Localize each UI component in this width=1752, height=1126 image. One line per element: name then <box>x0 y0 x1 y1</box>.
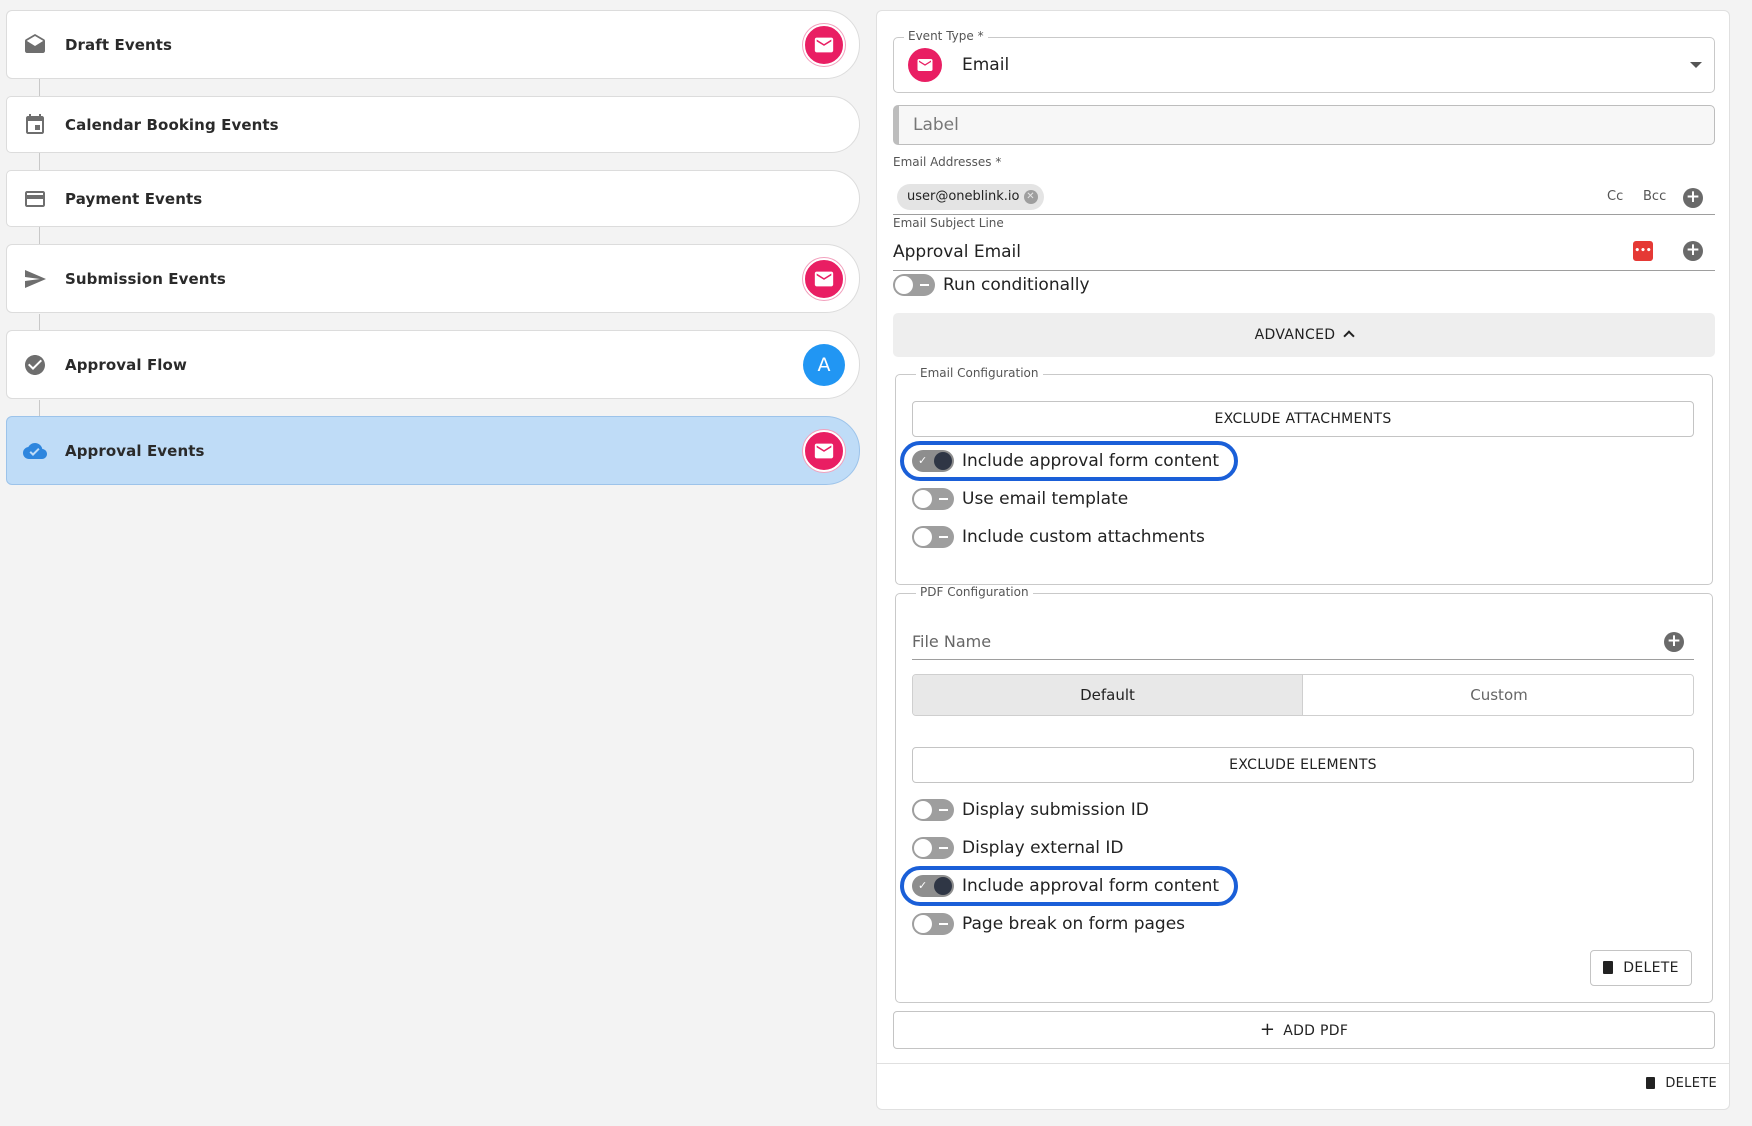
email-config-legend: Email Configuration <box>916 366 1043 380</box>
event-label: Calendar Booking Events <box>65 115 279 134</box>
variable-picker-icon[interactable]: ••• <box>1633 241 1653 261</box>
bcc-button[interactable]: Bcc <box>1643 189 1666 204</box>
toggle-label: Use email template <box>962 489 1129 509</box>
file-name-placeholder: File Name <box>912 632 992 651</box>
event-item-draft[interactable]: Draft Events <box>6 10 860 79</box>
label-input[interactable]: Label <box>893 105 1715 145</box>
run-conditionally-label: Run conditionally <box>943 275 1090 295</box>
cloud-check-icon <box>21 437 49 465</box>
pdf-include-approval-form-content-toggle[interactable]: ✓ <box>912 875 954 897</box>
event-item-approval-flow[interactable]: Approval Flow A <box>6 330 860 399</box>
subject-field[interactable]: Approval Email ••• + <box>893 231 1715 271</box>
event-type-select[interactable]: Event Type * Email <box>893 29 1715 93</box>
check-circle-icon <box>21 351 49 379</box>
credit-card-icon <box>21 185 49 213</box>
event-label: Submission Events <box>65 269 226 288</box>
email-addresses-label: Email Addresses * <box>893 155 1002 169</box>
exclude-attachments-button[interactable]: EXCLUDE ATTACHMENTS <box>912 401 1694 437</box>
event-item-approval-events[interactable]: Approval Events <box>6 416 860 485</box>
email-badge-icon <box>803 257 845 300</box>
email-icon <box>908 48 942 82</box>
default-segment-button[interactable]: Default <box>913 675 1303 715</box>
event-item-submission[interactable]: Submission Events <box>6 244 860 313</box>
chevron-up-icon <box>1343 330 1355 342</box>
event-list: Draft Events Calendar Booking Events Pay… <box>6 10 860 490</box>
cc-button[interactable]: Cc <box>1607 189 1623 204</box>
plus-icon: + <box>1259 1019 1276 1040</box>
add-pdf-button[interactable]: + ADD PDF <box>893 1011 1715 1049</box>
use-email-template-toggle[interactable] <box>912 488 954 510</box>
trash-icon <box>1646 1077 1656 1089</box>
subject-label: Email Subject Line <box>893 216 1004 230</box>
page-break-toggle[interactable] <box>912 913 954 935</box>
file-name-field[interactable]: File Name + <box>912 622 1694 660</box>
envelope-open-icon <box>21 31 49 59</box>
approval-avatar-badge: A <box>803 343 845 386</box>
exclude-elements-button[interactable]: EXCLUDE ELEMENTS <box>912 747 1694 783</box>
event-label: Approval Events <box>65 441 205 460</box>
email-configuration-section: Email Configuration EXCLUDE ATTACHMENTS … <box>895 366 1713 585</box>
advanced-toggle-button[interactable]: ADVANCED <box>893 313 1715 357</box>
email-chip-label: user@oneblink.io <box>907 189 1020 204</box>
delete-pdf-label: DELETE <box>1623 960 1679 976</box>
event-item-payment[interactable]: Payment Events <box>6 170 860 227</box>
event-item-calendar-booking[interactable]: Calendar Booking Events <box>6 96 860 153</box>
chip-remove-icon[interactable]: ✕ <box>1023 190 1038 204</box>
toggle-label: Display submission ID <box>962 800 1149 820</box>
pdf-configuration-section: PDF Configuration File Name + Default Cu… <box>895 585 1713 1003</box>
event-label: Approval Flow <box>65 355 187 374</box>
include-approval-form-content-toggle[interactable]: ✓ <box>912 450 954 472</box>
toggle-label: Include approval form content <box>962 876 1220 896</box>
delete-event-button[interactable]: DELETE <box>1646 1075 1717 1091</box>
display-external-id-toggle[interactable] <box>912 837 954 859</box>
send-icon <box>21 265 49 293</box>
pdf-mode-segmented-control: Default Custom <box>912 674 1694 716</box>
add-email-icon[interactable]: + <box>1683 188 1703 208</box>
toggle-label: Include approval form content <box>962 451 1220 471</box>
toggle-label: Display external ID <box>962 838 1124 858</box>
email-chip[interactable]: user@oneblink.io ✕ <box>897 184 1044 210</box>
toggle-label: Include custom attachments <box>962 527 1205 547</box>
subject-value: Approval Email <box>893 242 1021 262</box>
calendar-icon <box>21 111 49 139</box>
trash-icon <box>1603 961 1614 974</box>
add-file-name-variable-icon[interactable]: + <box>1664 632 1684 652</box>
event-label: Payment Events <box>65 189 203 208</box>
include-custom-attachments-toggle[interactable] <box>912 526 954 548</box>
email-addresses-field[interactable]: user@oneblink.io ✕ Cc Bcc + <box>893 175 1715 215</box>
add-variable-icon[interactable]: + <box>1683 241 1703 261</box>
pdf-config-legend: PDF Configuration <box>916 585 1033 599</box>
add-pdf-label: ADD PDF <box>1283 1023 1349 1039</box>
divider <box>877 1063 1729 1064</box>
advanced-label: ADVANCED <box>1254 327 1336 343</box>
event-label: Draft Events <box>65 35 173 54</box>
dropdown-caret-icon <box>1690 62 1702 68</box>
email-badge-icon <box>803 23 845 66</box>
toggle-label: Page break on form pages <box>962 914 1186 934</box>
event-config-panel: Event Type * Email Label Email Addresses… <box>876 10 1730 1110</box>
event-type-label: Event Type * <box>904 29 988 43</box>
custom-segment-button[interactable]: Custom <box>1304 675 1693 715</box>
run-conditionally-toggle[interactable] <box>893 274 935 296</box>
display-submission-id-toggle[interactable] <box>912 799 954 821</box>
delete-pdf-button[interactable]: DELETE <box>1590 950 1692 986</box>
delete-event-label: DELETE <box>1665 1076 1717 1091</box>
event-type-value: Email <box>962 55 1010 75</box>
email-badge-icon <box>803 429 845 472</box>
